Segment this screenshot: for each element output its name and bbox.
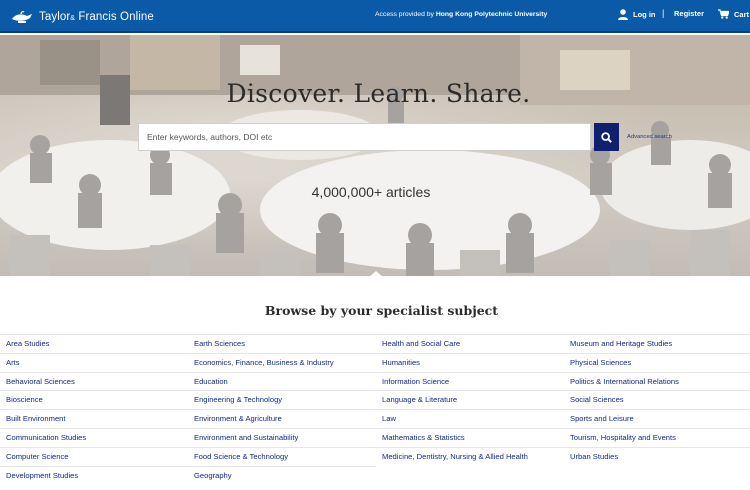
access-institution: Hong Kong Polytechnic University [435,11,548,18]
search-box [138,123,591,151]
subject-link[interactable]: Economics, Finance, Business & Industry [188,352,376,372]
site-header: Taylor& Francis Online Access provided b… [0,0,750,33]
subject-link[interactable]: Environment and Sustainability [188,427,376,447]
subject-link[interactable]: Humanities [376,352,564,372]
login-link[interactable]: Log in [618,9,656,20]
subject-column: Area Studies Arts Behavioral Sciences Bi… [0,334,188,490]
subject-column: Health and Social Care Humanities Inform… [376,334,564,490]
subject-link[interactable]: Sports and Leisure [564,409,750,428]
subject-link[interactable]: Education [188,371,376,391]
subject-link[interactable]: Geography [188,465,376,485]
subject-link[interactable]: Arts [0,352,188,372]
search-input[interactable] [139,124,590,150]
cart-link[interactable]: Cart [718,9,749,19]
subject-link[interactable]: Development Studies [0,465,188,485]
subject-link[interactable]: Information Science [376,371,564,391]
subject-link[interactable]: Earth Sciences [188,334,376,353]
subject-link[interactable]: Bioscience [0,390,188,409]
hero-section: Discover. Learn. Share. Advanced search … [0,35,750,276]
subject-link[interactable]: Urban Studies [564,446,750,466]
subject-link[interactable]: Law [376,409,564,428]
hero-overlay [0,35,750,276]
subject-link[interactable]: Museum and Heritage Studies [564,334,750,353]
subject-link[interactable]: Tourism, Hospitality and Events [564,427,750,447]
site-logo[interactable]: Taylor& Francis Online [10,8,154,26]
header-separator: | [662,8,665,18]
register-link[interactable]: Register [674,9,704,18]
subject-link[interactable]: Built Environment [0,409,188,428]
subject-link[interactable]: Computer Science [0,446,188,466]
advanced-search-link[interactable]: Advanced search [627,134,672,140]
subject-link[interactable]: Behavioral Sciences [0,371,188,391]
subject-link[interactable]: Environment & Agriculture [188,409,376,428]
subject-link[interactable]: Food Science & Technology [188,446,376,466]
subject-grid: Area Studies Arts Behavioral Sciences Bi… [0,334,750,490]
subject-link[interactable]: Politics & International Relations [564,371,750,391]
browse-title: Browse by your specialist subject [264,303,499,318]
subject-column: Earth Sciences Economics, Finance, Busin… [188,334,376,490]
subject-column: Museum and Heritage Studies Physical Sci… [564,334,750,490]
subject-link[interactable]: Engineering & Technology [188,390,376,409]
subject-link[interactable]: Mathematics & Statistics [376,427,564,447]
search-button[interactable] [594,123,619,151]
search-icon [601,131,612,143]
subject-link[interactable]: Language & Literature [376,390,564,409]
subject-link[interactable]: Medicine, Dentistry, Nursing & Allied He… [376,446,564,466]
cart-icon [718,9,729,19]
subject-link[interactable]: Physical Sciences [564,352,750,372]
logo-text: Taylor& Francis Online [39,11,154,23]
hero-notch [368,271,384,278]
subject-link[interactable]: Social Sciences [564,390,750,409]
logo-lamp-icon [12,11,32,23]
hero-title: Discover. Learn. Share. [226,79,531,108]
articles-count: 4,000,000+ articles [311,184,431,200]
subject-link[interactable]: Area Studies [0,334,188,353]
subject-link[interactable]: Communication Studies [0,427,188,447]
user-icon [618,9,628,20]
access-notice: Access provided by Hong Kong Polytechnic… [375,11,548,18]
subject-link[interactable]: Health and Social Care [376,334,564,353]
